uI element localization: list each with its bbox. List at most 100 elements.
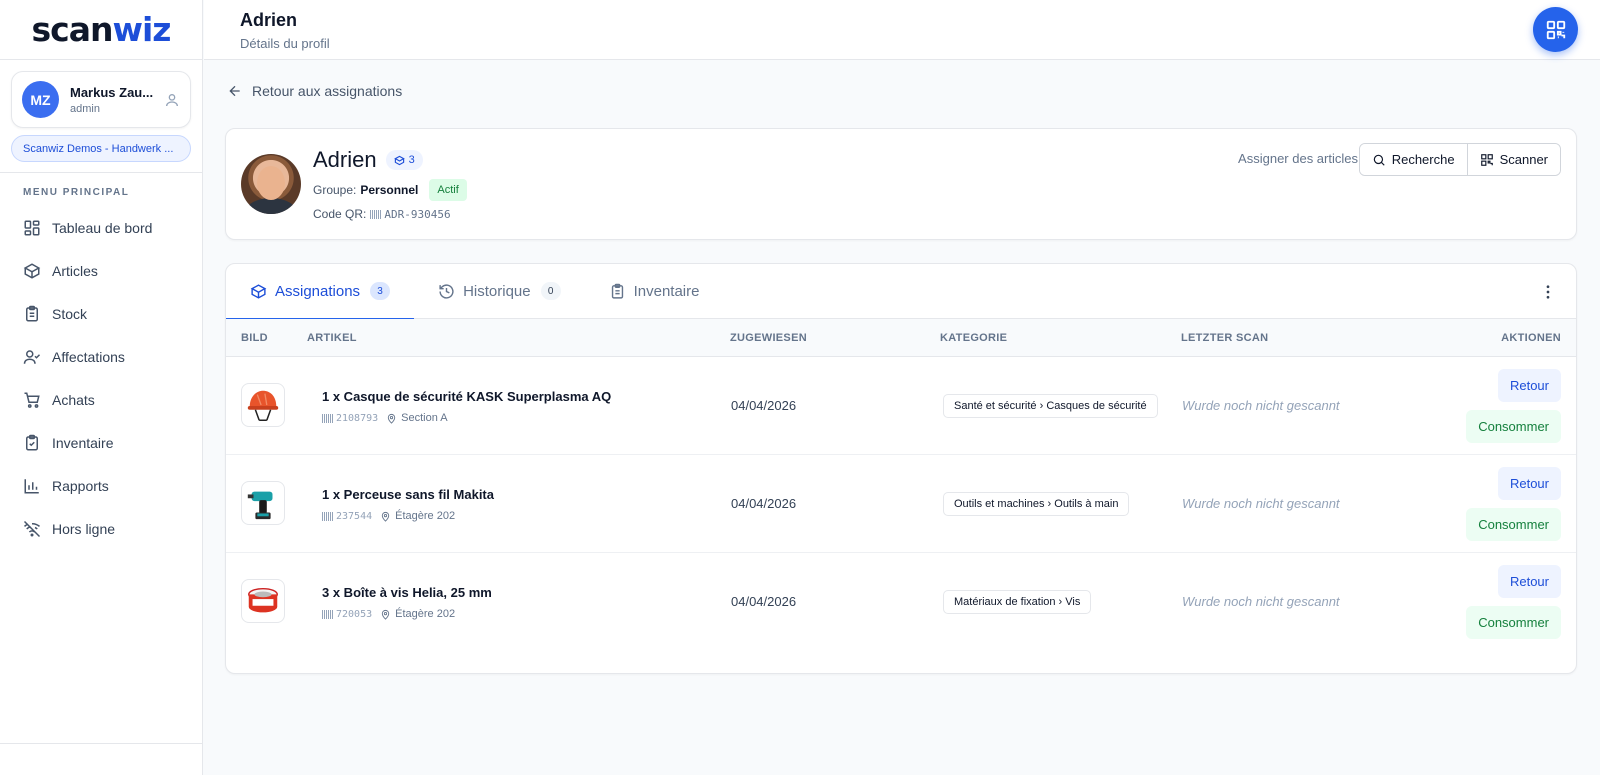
box-icon bbox=[250, 283, 267, 299]
search-icon bbox=[1373, 154, 1385, 166]
column-header-letzter-scan: LETZTER SCAN bbox=[1181, 331, 1269, 344]
tab-label: Assignations bbox=[275, 282, 361, 300]
sidebar-item-stock[interactable]: Stock bbox=[0, 292, 202, 335]
sidebar-item-label: Stock bbox=[52, 305, 88, 322]
sidebar-item-affectations[interactable]: Affectations bbox=[0, 335, 202, 378]
category-badge: Outils et machines › Outils à main bbox=[943, 492, 1130, 516]
item-name[interactable]: 1 x Perceuse sans fil Makita bbox=[322, 487, 494, 502]
group-value: Personnel bbox=[360, 183, 419, 197]
qr-scan-button[interactable] bbox=[1533, 7, 1578, 52]
tab-assignations[interactable]: Assignations 3 bbox=[226, 264, 415, 320]
bar-chart-icon bbox=[24, 478, 39, 493]
sidebar-item-rapports[interactable]: Rapports bbox=[0, 464, 202, 507]
barcode-icon bbox=[370, 210, 382, 219]
clipboard-icon bbox=[26, 305, 38, 321]
item-image-helmet bbox=[241, 383, 285, 427]
tab-count-badge: 3 bbox=[370, 282, 391, 300]
item-code: 237544 bbox=[336, 510, 373, 522]
scanner-button[interactable]: Scanner bbox=[1466, 144, 1560, 175]
sidebar-item-label: Affectations bbox=[52, 348, 125, 365]
user-check-icon bbox=[23, 349, 41, 364]
more-options-button[interactable] bbox=[1538, 282, 1558, 302]
tab-label: Inventaire bbox=[633, 282, 700, 300]
sidebar-footer bbox=[0, 743, 202, 775]
item-meta: 720053 Étagère 202 bbox=[322, 608, 455, 620]
return-button[interactable]: Retour bbox=[1497, 467, 1561, 500]
sidebar-item-achats[interactable]: Achats bbox=[0, 378, 202, 421]
back-link[interactable]: Retour aux assignations bbox=[227, 83, 402, 99]
qr-code-value: ADR-930456 bbox=[370, 208, 451, 221]
item-location: Étagère 202 bbox=[395, 510, 456, 522]
last-scan: Wurde noch nicht gescannt bbox=[1182, 398, 1340, 413]
column-header-aktionen: AKTIONEN bbox=[1501, 331, 1561, 344]
column-header-bild: BILD bbox=[241, 331, 268, 344]
sidebar-item-dashboard[interactable]: Tableau de bord bbox=[0, 206, 202, 249]
scanwiz-logo[interactable]: scanwiz bbox=[32, 10, 172, 49]
history-icon bbox=[439, 283, 454, 299]
dashboard-icon bbox=[24, 220, 40, 235]
tab-historique[interactable]: Historique 0 bbox=[414, 264, 585, 319]
clipboard-list-icon bbox=[611, 283, 623, 299]
sidebar-item-label: Inventaire bbox=[52, 434, 114, 451]
last-scan: Wurde noch nicht gescannt bbox=[1182, 496, 1340, 511]
assigned-date: 04/04/2026 bbox=[731, 594, 797, 609]
qr-code-row: Code QR: ADR-930456 bbox=[313, 207, 451, 221]
consume-button[interactable]: Consommer bbox=[1466, 606, 1561, 639]
item-name[interactable]: 1 x Casque de sécurité KASK Superplasma … bbox=[322, 389, 611, 404]
assigned-date: 04/04/2026 bbox=[731, 496, 797, 511]
logo-container: scanwiz bbox=[0, 0, 202, 60]
sidebar-item-inventaire[interactable]: Inventaire bbox=[0, 421, 202, 464]
qr-code-icon bbox=[1546, 20, 1565, 39]
barcode-icon bbox=[322, 511, 333, 521]
category-badge: Matériaux de fixation › Vis bbox=[943, 590, 1092, 614]
avatar: MZ bbox=[22, 81, 59, 118]
column-header-kategorie: KATEGORIE bbox=[940, 331, 1008, 344]
return-button[interactable]: Retour bbox=[1497, 565, 1561, 598]
assigned-count: 3 bbox=[408, 154, 415, 166]
main-menu: Tableau de bord Articles Stock Affectati… bbox=[0, 206, 202, 550]
table-row: 1 x Perceuse sans fil Makita 237544 Étag… bbox=[226, 455, 1576, 553]
sidebar-divider bbox=[0, 172, 202, 173]
sidebar-item-label: Achats bbox=[52, 391, 95, 408]
group-label: Groupe: bbox=[313, 183, 357, 197]
page-subtitle: Détails du profil bbox=[240, 36, 330, 51]
search-button[interactable]: Recherche bbox=[1359, 144, 1467, 175]
item-name[interactable]: 3 x Boîte à vis Helia, 25 mm bbox=[322, 585, 492, 600]
table-row: 1 x Casque de sécurité KASK Superplasma … bbox=[226, 357, 1576, 455]
sidebar-item-articles[interactable]: Articles bbox=[0, 249, 202, 292]
map-pin-icon bbox=[387, 413, 396, 424]
user-name: Markus Zau... bbox=[70, 84, 154, 100]
sidebar-item-hors-ligne[interactable]: Hors ligne bbox=[0, 507, 202, 550]
item-location: Section A bbox=[401, 412, 448, 424]
sidebar-item-label: Hors ligne bbox=[52, 520, 116, 537]
consume-button[interactable]: Consommer bbox=[1466, 508, 1561, 541]
user-card[interactable]: MZ Markus Zau... admin bbox=[11, 71, 191, 128]
assigned-count-badge: 3 bbox=[385, 150, 423, 170]
item-image-screw-box bbox=[241, 579, 285, 623]
consume-button[interactable]: Consommer bbox=[1466, 410, 1561, 443]
map-pin-icon bbox=[381, 511, 390, 522]
sidebar-item-label: Tableau de bord bbox=[52, 219, 153, 236]
return-button[interactable]: Retour bbox=[1497, 369, 1561, 402]
cart-icon bbox=[24, 392, 40, 408]
last-scan: Wurde noch nicht gescannt bbox=[1182, 594, 1340, 609]
user-icon[interactable] bbox=[164, 92, 180, 108]
item-code: 720053 bbox=[336, 608, 373, 620]
item-image-drill bbox=[241, 481, 285, 525]
tab-label: Historique bbox=[463, 282, 531, 300]
scanner-button-label: Scanner bbox=[1499, 152, 1548, 167]
user-role: admin bbox=[70, 102, 100, 115]
back-link-label: Retour aux assignations bbox=[252, 83, 403, 99]
clipboard-check-icon bbox=[26, 434, 38, 450]
more-vertical-icon bbox=[1546, 285, 1550, 299]
tab-inventaire[interactable]: Inventaire bbox=[585, 264, 724, 319]
map-pin-icon bbox=[381, 609, 390, 620]
table-header: BILD ARTIKEL ZUGEWIESEN KATEGORIE LETZTE… bbox=[226, 319, 1576, 357]
table-row: 3 x Boîte à vis Helia, 25 mm 720053 Étag… bbox=[226, 553, 1576, 651]
tab-count-badge: 0 bbox=[540, 282, 561, 300]
barcode-icon bbox=[322, 609, 333, 619]
profile-card: Adrien 3 Groupe: Personnel Actif Code QR… bbox=[225, 128, 1577, 240]
top-bar: Adrien Détails du profil bbox=[204, 0, 1600, 60]
organization-selector[interactable]: Scanwiz Demos - Handwerk ... bbox=[11, 135, 191, 162]
item-meta: 237544 Étagère 202 bbox=[322, 510, 455, 522]
